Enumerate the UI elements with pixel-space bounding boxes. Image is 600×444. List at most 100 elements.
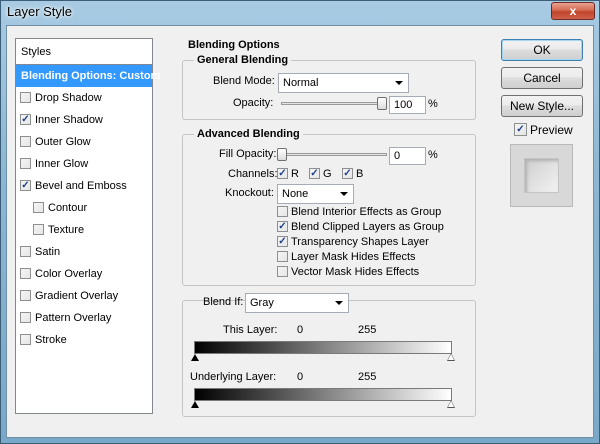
opacity-input[interactable]: 100 (389, 96, 426, 114)
knockout-select[interactable]: None (277, 184, 354, 204)
dialog-client: Styles Blending Options: Custom Drop Shad… (6, 25, 594, 438)
advanced-option-checkbox[interactable]: ✓ (277, 236, 288, 247)
blend-if-value: Gray (250, 297, 274, 309)
advanced-option-checkbox[interactable]: ✓ (277, 221, 288, 232)
style-item-pattern-overlay[interactable]: Pattern Overlay (16, 307, 152, 329)
advanced-option-checkbox[interactable] (277, 266, 288, 277)
opacity-slider[interactable] (281, 102, 387, 105)
style-checkbox[interactable] (33, 202, 44, 213)
style-checkbox[interactable]: ✓ (20, 180, 31, 191)
style-item-label: Bevel and Emboss (35, 180, 127, 192)
this-layer-gradient-bar (194, 341, 452, 354)
style-item-label: Satin (35, 246, 61, 258)
blend-mode-value: Normal (283, 77, 319, 89)
underlying-layer-white-slider[interactable] (448, 401, 454, 407)
blending-options-title: Blending Options (185, 39, 283, 51)
ok-button[interactable]: OK (501, 39, 583, 61)
style-item-label: Inner Glow (35, 158, 89, 170)
advanced-option-label: Layer Mask Hides Effects (291, 251, 416, 263)
style-checkbox[interactable] (20, 246, 31, 257)
preview-swatch (510, 144, 573, 207)
advanced-option-label: Vector Mask Hides Effects (291, 266, 420, 278)
this-layer-white-slider[interactable] (448, 354, 454, 360)
close-button[interactable]: x (551, 2, 595, 20)
styles-list: Styles Blending Options: Custom Drop Shad… (15, 38, 160, 414)
advanced-option-label: Transparency Shapes Layer (291, 236, 429, 248)
blend-mode-label: Blend Mode: (213, 75, 275, 87)
style-item-contour[interactable]: Contour (16, 197, 152, 219)
style-item-bevel-and-emboss[interactable]: ✓ Bevel and Emboss (16, 175, 152, 197)
preview-checkbox[interactable]: ✓ (514, 123, 527, 136)
style-item-satin[interactable]: Satin (16, 241, 152, 263)
fill-opacity-slider[interactable] (281, 153, 387, 156)
fill-opacity-percent: % (428, 149, 438, 161)
style-item-label: Contour (48, 202, 88, 214)
preview-thumbnail (524, 158, 559, 193)
style-item-blending-options-custom[interactable]: Blending Options: Custom (16, 65, 160, 87)
style-item-label: Stroke (35, 334, 67, 346)
blend-mode-select[interactable]: Normal (278, 73, 409, 93)
style-checkbox[interactable] (20, 158, 31, 169)
style-checkbox[interactable] (20, 290, 31, 301)
style-item-label: Blending Options: Custom (21, 70, 161, 82)
style-item-label: Drop Shadow (35, 92, 102, 104)
style-item-drop-shadow[interactable]: Drop Shadow (16, 87, 152, 109)
style-checkbox[interactable] (20, 268, 31, 279)
chevron-down-icon (395, 81, 403, 85)
style-checkbox[interactable] (20, 312, 31, 323)
opacity-percent: % (428, 98, 438, 110)
opacity-label: Opacity: (233, 97, 274, 109)
blend-if-select[interactable]: Gray (245, 293, 349, 313)
style-item-texture[interactable]: Texture (16, 219, 152, 241)
style-item-inner-shadow[interactable]: ✓ Inner Shadow (16, 109, 152, 131)
channel-r-checkbox[interactable]: ✓ (277, 168, 288, 179)
advanced-option-checkbox[interactable] (277, 206, 288, 217)
underlying-layer-min: 0 (297, 371, 304, 383)
style-checkbox[interactable]: ✓ (20, 114, 31, 125)
new-style-button[interactable]: New Style... (501, 95, 583, 117)
channels-label: Channels: (228, 168, 278, 180)
close-icon: x (569, 4, 577, 18)
style-item-inner-glow[interactable]: Inner Glow (16, 153, 152, 175)
style-item-label: Texture (48, 224, 85, 236)
channel-g-checkbox[interactable]: ✓ (309, 168, 320, 179)
style-item-color-overlay[interactable]: Color Overlay (16, 263, 152, 285)
fill-opacity-input[interactable]: 0 (389, 147, 426, 165)
layer-style-window: Layer Style x Styles Blending Options: C… (0, 0, 600, 444)
advanced-blending-title: Advanced Blending (194, 128, 303, 140)
style-item-label: Inner Shadow (35, 114, 103, 126)
channel-g-label: G (323, 168, 332, 180)
window-title: Layer Style (7, 4, 73, 19)
style-item-outer-glow[interactable]: Outer Glow (16, 131, 152, 153)
chevron-down-icon (340, 192, 348, 196)
style-checkbox[interactable] (20, 136, 31, 147)
opacity-slider-thumb[interactable] (377, 97, 387, 110)
advanced-option-label: Blend Clipped Layers as Group (291, 221, 444, 233)
style-checkbox[interactable] (33, 224, 44, 235)
blend-if-label: Blend If: (203, 296, 244, 308)
this-layer-label: This Layer: (223, 324, 278, 336)
this-layer-black-slider[interactable] (191, 354, 199, 361)
underlying-layer-label: Underlying Layer: (190, 371, 277, 383)
this-layer-min: 0 (297, 324, 304, 336)
this-layer-max: 255 (358, 324, 377, 336)
channel-r-label: R (291, 168, 299, 180)
style-item-gradient-overlay[interactable]: Gradient Overlay (16, 285, 152, 307)
styles-header[interactable]: Styles (16, 39, 152, 65)
cancel-button[interactable]: Cancel (501, 67, 583, 89)
fill-opacity-label: Fill Opacity: (219, 148, 277, 160)
fill-opacity-slider-thumb[interactable] (277, 148, 287, 161)
channel-b-checkbox[interactable]: ✓ (342, 168, 353, 179)
advanced-option-checkbox[interactable] (277, 251, 288, 262)
underlying-layer-black-slider[interactable] (191, 401, 199, 408)
knockout-value: None (282, 188, 309, 200)
style-item-stroke[interactable]: Stroke (16, 329, 152, 351)
advanced-option-label: Blend Interior Effects as Group (291, 206, 442, 218)
style-item-label: Gradient Overlay (35, 290, 119, 302)
channel-b-label: B (356, 168, 364, 180)
style-checkbox[interactable] (20, 92, 31, 103)
style-item-label: Pattern Overlay (35, 312, 112, 324)
title-bar[interactable]: Layer Style x (1, 1, 599, 25)
style-item-label: Outer Glow (35, 136, 91, 148)
style-checkbox[interactable] (20, 334, 31, 345)
